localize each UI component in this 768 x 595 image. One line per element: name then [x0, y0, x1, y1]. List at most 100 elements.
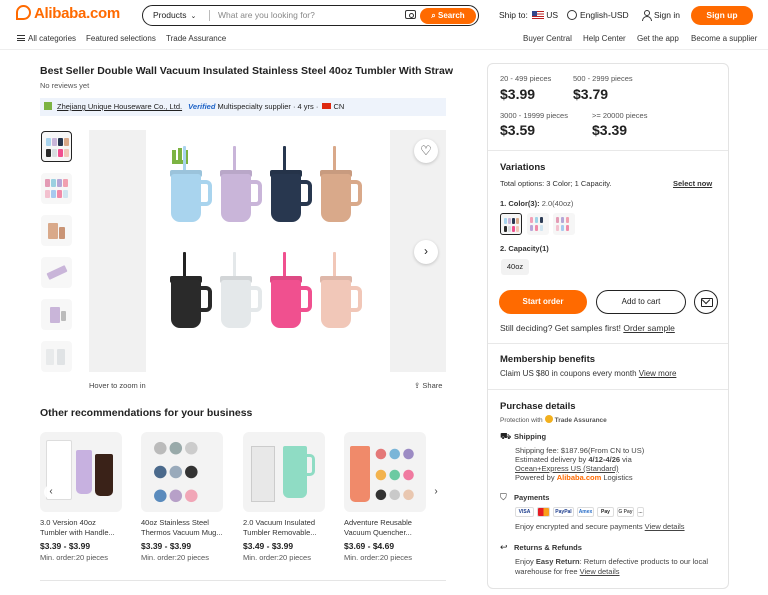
trade-assurance-icon — [544, 415, 553, 423]
search-input[interactable]: What are you looking for? — [218, 10, 315, 20]
view-more-link[interactable]: View more — [639, 369, 677, 378]
cup-handle — [349, 180, 362, 206]
share-button[interactable]: ⇪ Share — [414, 381, 442, 390]
cup-body — [221, 280, 251, 328]
cup-handle — [349, 286, 362, 312]
rec-min-order: Min. order:20 pieces — [243, 553, 311, 562]
top-header: Alibaba.com Products ⌄ What are you looki… — [0, 0, 768, 30]
divider — [209, 10, 210, 21]
menu-icon — [17, 35, 25, 41]
rec-card[interactable]: Adventure Reusable Vacuum Quencher... $3… — [344, 432, 426, 562]
cup-handle — [199, 180, 212, 206]
variations-title: Variations — [500, 162, 546, 173]
help-center-link[interactable]: Help Center — [583, 34, 626, 43]
brand-logo-icon — [172, 148, 188, 164]
cup-body — [171, 174, 201, 222]
mastercard-icon: MC — [537, 507, 550, 517]
tier-range: 500 - 2999 pieces — [573, 74, 633, 83]
variations-total: Total options: 3 Color; 1 Capacity. — [500, 179, 612, 188]
main-product-image[interactable] — [146, 130, 390, 372]
next-image-button[interactable]: › — [414, 240, 438, 264]
straw — [183, 146, 186, 172]
ship-to[interactable]: Ship to: US — [499, 10, 558, 20]
capacity-option[interactable]: 40oz — [501, 259, 529, 275]
cup-body — [321, 280, 351, 328]
search-bar: Products ⌄ What are you looking for? ⌕ Se… — [142, 5, 479, 26]
visa-icon: VISA — [515, 507, 534, 517]
rec-name: 2.0 Vacuum Insulated Tumbler Removable..… — [243, 518, 317, 537]
tier-price: $3.39 — [592, 122, 628, 138]
rec-name: 40oz Stainless Steel Thermos Vacuum Mug.… — [141, 518, 223, 537]
membership-title: Membership benefits — [500, 354, 596, 365]
trade-assurance-link[interactable]: Trade Assurance — [166, 34, 226, 43]
cup-handle — [299, 180, 312, 206]
camera-icon[interactable] — [405, 10, 416, 19]
supplier-name-link[interactable]: Zhejiang Unique Houseware Co., Ltd. — [57, 102, 182, 111]
protection-line: Protection with Trade Assurance — [500, 415, 607, 424]
supplier-meta: Multispecialty supplier · 4 yrs · — [217, 102, 319, 111]
carrier-link[interactable]: Ocean+Express US (Standard) — [515, 464, 619, 473]
sign-up-button[interactable]: Sign up — [691, 6, 753, 25]
share-icon: ⇪ — [414, 381, 421, 390]
alibaba-logo[interactable]: Alibaba.com — [16, 5, 120, 22]
search-category-select[interactable]: Products ⌄ — [153, 10, 196, 20]
get-app-link[interactable]: Get the app — [637, 34, 679, 43]
apple-pay-icon: Pay — [597, 507, 614, 517]
truck-icon: ⛟ — [500, 431, 512, 441]
add-to-cart-button[interactable]: Add to cart — [596, 290, 686, 314]
user-icon — [641, 10, 652, 21]
language-selector[interactable]: English-USD — [567, 10, 629, 20]
divider — [40, 580, 446, 581]
samples-note: Still deciding? Get samples first! Order… — [500, 323, 675, 333]
search-button[interactable]: ⌕ Search — [420, 7, 476, 24]
thumbnail-5[interactable] — [41, 299, 72, 330]
all-categories-menu[interactable]: All categories — [17, 34, 76, 43]
featured-selections-link[interactable]: Featured selections — [86, 34, 156, 43]
tier-range: 20 - 499 pieces — [500, 74, 552, 83]
logo-icon — [16, 5, 31, 20]
order-sample-link[interactable]: Order sample — [623, 323, 675, 333]
rec-min-order: Min. order:20 pieces — [40, 553, 108, 562]
thumbnail-1[interactable] — [41, 131, 72, 162]
membership-text: Claim US $80 in coupons every month View… — [500, 369, 677, 378]
color-option-3[interactable] — [553, 213, 575, 235]
thumbnail-6[interactable] — [41, 341, 72, 372]
cup-body — [171, 280, 201, 328]
color-option-2[interactable] — [527, 213, 549, 235]
sign-in-link[interactable]: Sign in — [641, 10, 680, 21]
cup-body — [271, 280, 301, 328]
divider — [488, 343, 728, 344]
purchase-details-title: Purchase details — [500, 401, 576, 412]
mail-icon[interactable] — [694, 290, 718, 314]
globe-icon — [567, 10, 577, 20]
reviews-count: No reviews yet — [40, 81, 90, 90]
rec-image — [243, 432, 325, 512]
start-order-button[interactable]: Start order — [499, 290, 587, 314]
cup-handle — [249, 286, 262, 312]
heart-icon[interactable]: ♡ — [414, 139, 438, 163]
hover-zoom-note: Hover to zoom in — [89, 381, 146, 390]
rec-next-button[interactable]: › — [429, 485, 443, 499]
rec-image — [141, 432, 223, 512]
become-supplier-link[interactable]: Become a supplier — [691, 34, 757, 43]
rec-price: $3.69 - $4.69 — [344, 541, 395, 551]
payments-title: Payments — [514, 493, 550, 502]
shield-icon: ⛉ — [500, 492, 507, 502]
payments-details-link[interactable]: View details — [645, 522, 685, 531]
estimated-delivery: Estimated delivery by 4/12-4/26 via — [515, 455, 632, 464]
rec-card[interactable]: 2.0 Vacuum Insulated Tumbler Removable..… — [243, 432, 325, 562]
payments-text: Enjoy encrypted and secure payments View… — [515, 522, 685, 531]
rec-card[interactable]: 40oz Stainless Steel Thermos Vacuum Mug.… — [141, 432, 223, 562]
rec-name: Adventure Reusable Vacuum Quencher... — [344, 518, 412, 537]
thumbnail-4[interactable] — [41, 257, 72, 288]
thumbnail-3[interactable] — [41, 215, 72, 246]
returns-text-2: warehouse for free View details — [515, 567, 620, 576]
color-option-1[interactable] — [500, 213, 522, 235]
select-now-link[interactable]: Select now — [673, 179, 712, 188]
rec-prev-button[interactable]: ‹ — [44, 485, 58, 499]
straw — [183, 252, 186, 278]
returns-details-link[interactable]: View details — [580, 567, 620, 576]
buyer-central-link[interactable]: Buyer Central — [523, 34, 572, 43]
thumbnail-2[interactable] — [41, 173, 72, 204]
straw — [233, 146, 236, 172]
